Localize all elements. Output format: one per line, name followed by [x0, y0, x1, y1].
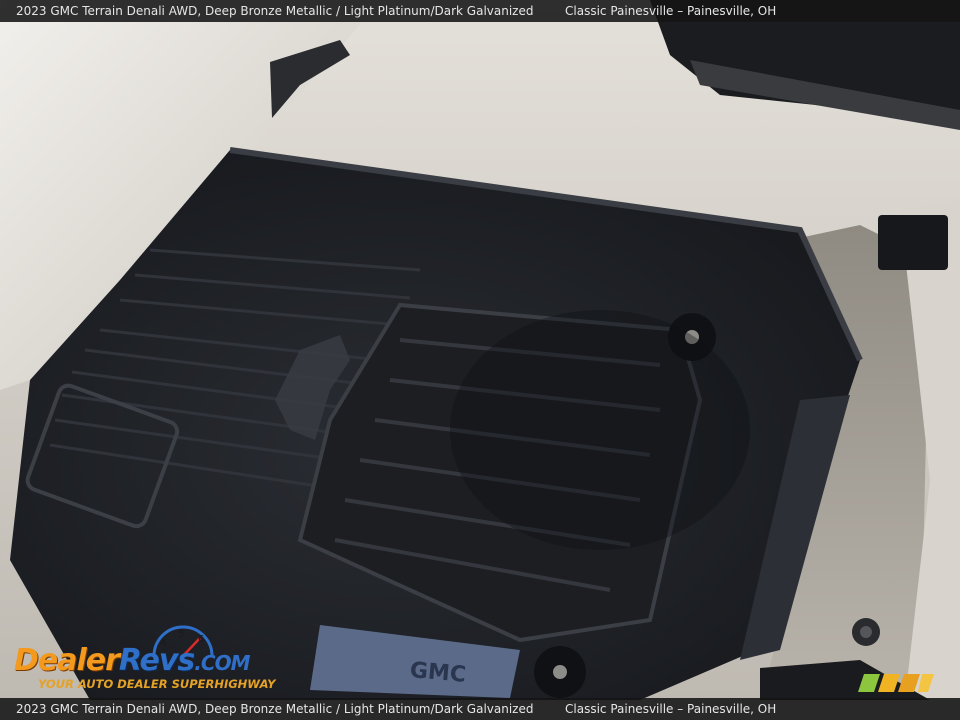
caption-bar-bottom: 2023 GMC Terrain Denali AWD, Deep Bronze…: [0, 698, 960, 720]
dealerrevs-logo: 4 5 6 DealerRevs.COM YOUR AUTO DEALER SU…: [12, 622, 276, 694]
vehicle-floor-mat-photo: GMC: [0, 0, 960, 720]
caption-vehicle-bottom: 2023 GMC Terrain Denali AWD, Deep Bronze…: [16, 702, 534, 716]
caption-dealer-top: Classic Painesville – Painesville, OH: [565, 4, 777, 18]
caption-vehicle-top: 2023 GMC Terrain Denali AWD, Deep Bronze…: [16, 4, 534, 18]
mat-gmc-emblem: GMC: [409, 658, 467, 688]
logo-brand-text: DealerRevs.COM: [14, 643, 250, 680]
dealer-stripes-watermark: [858, 674, 934, 692]
caption-dealer-bottom: Classic Painesville – Painesville, OH: [565, 702, 777, 716]
logo-brand-dealer: Dealer: [14, 643, 120, 678]
logo-tagline: YOUR AUTO DEALER SUPERHIGHWAY: [38, 677, 276, 691]
speedo-digit-2: 5: [178, 629, 184, 640]
caption-bar-top: 2023 GMC Terrain Denali AWD, Deep Bronze…: [0, 0, 960, 22]
seat-rail-bracket: [878, 215, 948, 270]
logo-brand-revs: Revs: [118, 643, 195, 678]
logo-brand-suffix: .COM: [194, 651, 250, 675]
